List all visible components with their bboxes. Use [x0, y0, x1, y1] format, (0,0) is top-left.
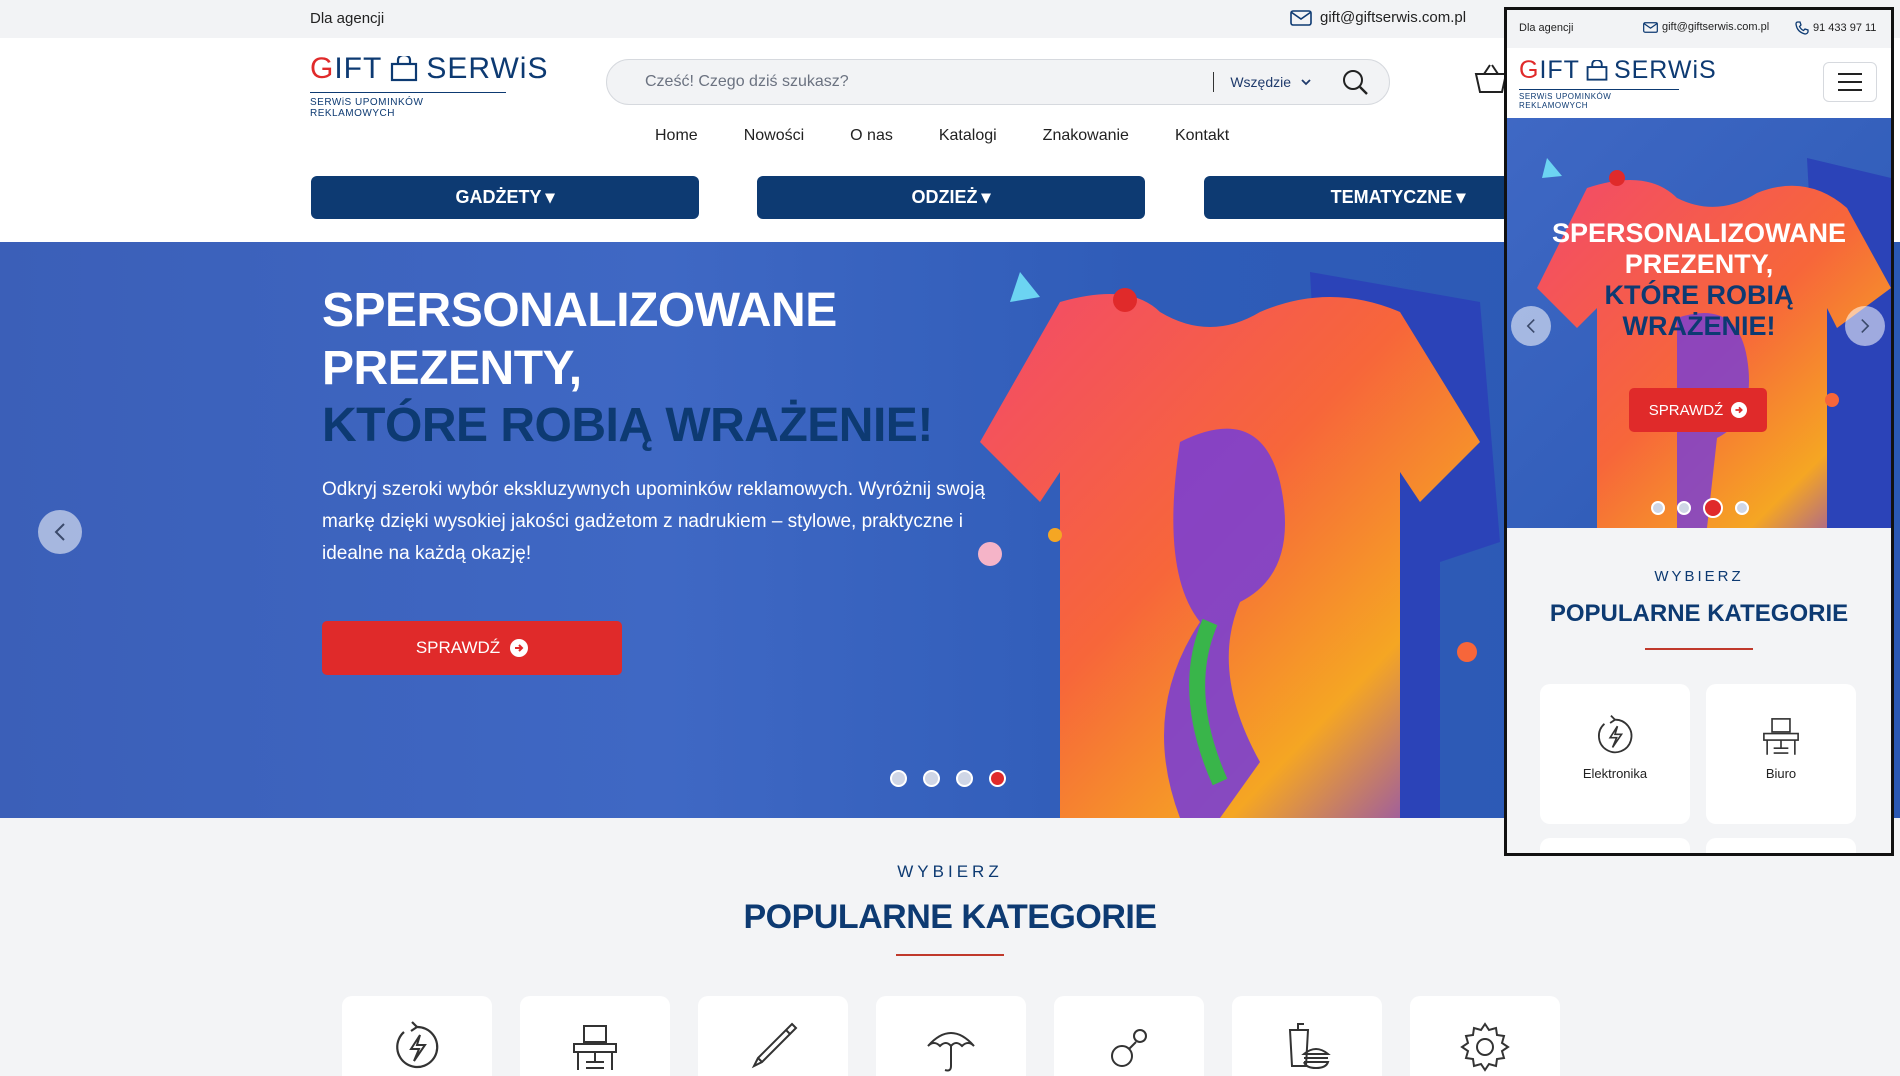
search-icon[interactable] — [1341, 68, 1369, 96]
site-logo[interactable]: GIFT SERWiS SERWiS UPOMINKÓW REKLAMOWYCH — [310, 52, 548, 119]
nav-home[interactable]: Home — [655, 127, 698, 145]
caret-down-icon: ▾ — [1456, 187, 1466, 207]
mobile-slider-next-button[interactable] — [1845, 306, 1885, 346]
mobile-category-card[interactable] — [1706, 838, 1856, 853]
chevron-right-icon — [1861, 319, 1870, 333]
category-card-office[interactable] — [520, 996, 670, 1076]
arrow-right-circle-icon — [510, 639, 529, 657]
category-label: Biuro — [1765, 766, 1797, 781]
mobile-hero-headline-accent: KTÓRE ROBIĄ WRAŻENIE! — [1604, 280, 1794, 341]
mobile-slider-dot-3[interactable] — [1703, 498, 1723, 518]
chevron-left-icon — [1526, 319, 1535, 333]
section-title: POPULARNE KATEGORIE — [743, 898, 1157, 936]
hero-headline: SPERSONALIZOWANE PREZENTY, — [322, 284, 837, 395]
arrow-right-circle-icon — [1731, 402, 1748, 418]
cart-icon[interactable] — [1474, 62, 1508, 96]
mobile-slider-dot-2[interactable] — [1677, 501, 1691, 515]
electronics-icon — [1598, 714, 1633, 754]
agency-link[interactable]: Dla agencji — [310, 10, 384, 27]
chevron-down-icon — [1301, 79, 1311, 86]
mobile-phone-contact[interactable]: 91 433 97 11 — [1795, 21, 1876, 35]
category-card-keychains[interactable] — [1054, 996, 1204, 1076]
logo-tagline: SERWiS UPOMINKÓW REKLAMOWYCH — [310, 92, 506, 119]
keychain-icon — [1111, 1029, 1147, 1067]
section-divider — [896, 954, 1004, 956]
mobile-hero-slider: SPERSONALIZOWANE PREZENTY, KTÓRE ROBIĄ W… — [1507, 118, 1891, 528]
office-desk-icon — [1763, 718, 1799, 755]
slider-dot-4[interactable] — [989, 770, 1006, 787]
slider-dot-2[interactable] — [923, 770, 940, 787]
slider-prev-button[interactable] — [38, 510, 82, 554]
nav-o-nas[interactable]: O nas — [850, 127, 893, 145]
logo-tagline: SERWiS UPOMINKÓW REKLAMOWYCH — [1519, 89, 1679, 110]
nav-nowosci[interactable]: Nowości — [744, 127, 804, 145]
category-card-pens[interactable] — [698, 996, 848, 1076]
caret-down-icon: ▾ — [981, 187, 991, 207]
hero-cta-button[interactable]: SPRAWDŹ — [322, 621, 622, 675]
electronics-icon — [396, 1021, 439, 1069]
gift-bag-icon — [1586, 59, 1608, 81]
mobile-slider-dots — [1651, 498, 1749, 518]
category-card-other[interactable] — [1410, 996, 1560, 1076]
phone-icon — [1795, 21, 1809, 35]
pen-icon — [751, 1022, 798, 1069]
chevron-left-icon — [54, 523, 65, 541]
mobile-top-bar: Dla agencji gift@giftserwis.com.pl 91 43… — [1507, 10, 1891, 48]
mobile-header: GIFT SERWiS SERWiS UPOMINKÓW REKLAMOWYCH — [1507, 48, 1891, 118]
search-bar: Cześć! Czego dziś szukasz? Wszędzie — [606, 59, 1390, 105]
slider-dot-3[interactable] — [956, 770, 973, 787]
mobile-category-card[interactable] — [1540, 838, 1690, 853]
envelope-icon — [1643, 21, 1658, 33]
mobile-section-eyebrow: WYBIERZ — [1654, 568, 1744, 585]
nav-kontakt[interactable]: Kontakt — [1175, 127, 1229, 145]
hamburger-menu-button[interactable] — [1823, 62, 1877, 102]
mobile-section-divider — [1645, 648, 1753, 650]
email-text: gift@giftserwis.com.pl — [1320, 9, 1467, 26]
main-nav: Home Nowości O nas Katalogi Znakowanie K… — [655, 127, 1229, 145]
hero-headline-accent: KTÓRE ROBIĄ WRAŻENIE! — [322, 399, 933, 452]
nav-katalogi[interactable]: Katalogi — [939, 127, 997, 145]
mobile-slider-dot-1[interactable] — [1651, 501, 1665, 515]
umbrella-icon — [927, 1032, 975, 1072]
mobile-hero-cta-button[interactable]: SPRAWDŹ — [1629, 388, 1767, 432]
email-contact[interactable]: gift@giftserwis.com.pl — [1290, 9, 1466, 26]
category-card-umbrellas[interactable] — [876, 996, 1026, 1076]
slider-dots — [890, 770, 1006, 787]
gear-icon — [1460, 1022, 1510, 1072]
slider-dot-1[interactable] — [890, 770, 907, 787]
food-drink-icon — [1288, 1023, 1331, 1070]
mobile-section-title: POPULARNE KATEGORIE — [1549, 600, 1849, 627]
section-eyebrow: WYBIERZ — [897, 862, 1003, 881]
nav-znakowanie[interactable]: Znakowanie — [1043, 127, 1129, 145]
mobile-slider-prev-button[interactable] — [1511, 306, 1551, 346]
search-input[interactable]: Cześć! Czego dziś szukasz? — [607, 73, 1213, 91]
mobile-email-contact[interactable]: gift@giftserwis.com.pl — [1643, 21, 1769, 33]
hero-lead: Odkryj szeroki wybór ekskluzywnych upomi… — [322, 479, 985, 564]
caret-down-icon: ▾ — [545, 187, 555, 207]
mobile-preview: Dla agencji gift@giftserwis.com.pl 91 43… — [1504, 7, 1894, 856]
popular-categories: WYBIERZ POPULARNE KATEGORIE — [0, 818, 1900, 1076]
category-card-electronics[interactable] — [342, 996, 492, 1076]
mobile-agency-link[interactable]: Dla agencji — [1519, 22, 1573, 34]
category-label: Elektronika — [1582, 766, 1648, 781]
office-desk-icon — [573, 1025, 617, 1070]
mobile-site-logo[interactable]: GIFT SERWiS SERWiS UPOMINKÓW REKLAMOWYCH — [1519, 56, 1717, 110]
category-card-food[interactable] — [1232, 996, 1382, 1076]
mobile-category-card-office[interactable]: Biuro — [1706, 684, 1856, 824]
mobile-slider-dot-4[interactable] — [1735, 501, 1749, 515]
mobile-category-card-electronics[interactable]: Elektronika — [1540, 684, 1690, 824]
envelope-icon — [1290, 9, 1312, 26]
category-gadzety-button[interactable]: GADŻETY ▾ — [311, 176, 699, 219]
search-scope-select[interactable]: Wszędzie — [1230, 74, 1311, 90]
gift-bag-icon — [391, 56, 418, 82]
mobile-hero-headline: SPERSONALIZOWANE PREZENTY, — [1551, 218, 1847, 279]
category-odziez-button[interactable]: ODZIEŻ ▾ — [757, 176, 1145, 219]
